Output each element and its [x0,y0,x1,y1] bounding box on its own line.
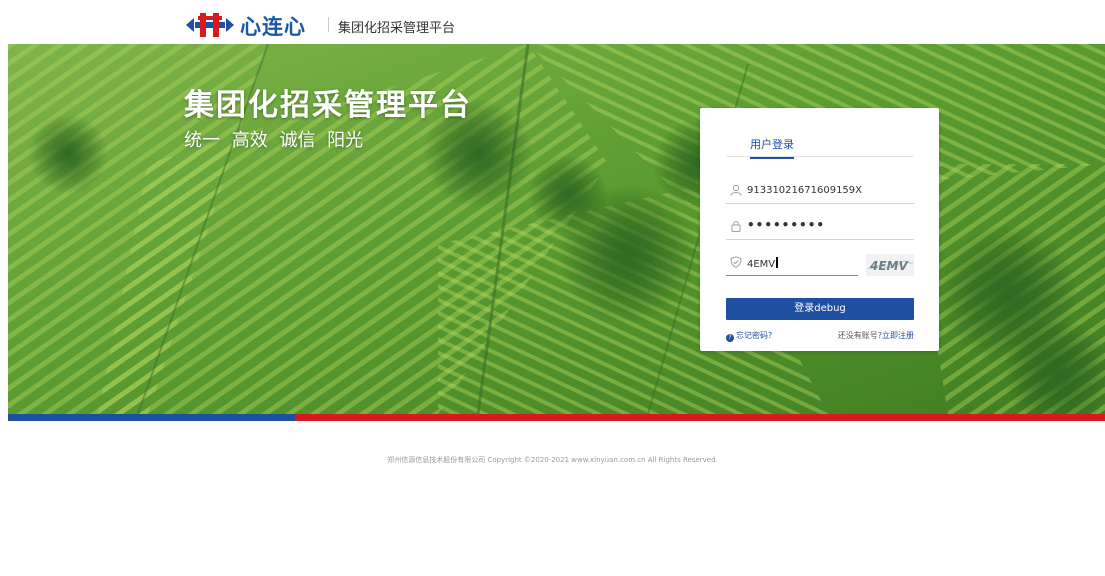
red-stripe [295,414,1105,421]
tab-user-login[interactable]: 用户登录 [750,136,794,159]
user-icon [730,184,742,196]
page-header: 心连心 集团化招采管理平台 [0,0,1105,44]
password-value: ••••••••• [747,218,826,232]
shield-icon [730,256,742,268]
footer-copyright: 郑州信源信息技术股份有限公司 Copyright ©2020-2021 www.… [387,456,718,464]
captcha-input-value: 4EMV [747,257,779,270]
captcha-image[interactable]: 4EMV [866,254,914,276]
register-prompt: 还没有账号? [837,331,882,340]
captcha-text: 4EMV [869,259,909,273]
forgot-password-label: 忘记密码? [736,331,773,340]
hero-title: 集团化招采管理平台 [184,88,472,123]
text-caret [776,257,779,268]
rice-terrace-background [8,44,1105,414]
lock-icon [731,221,741,232]
password-field[interactable]: ••••••••• [726,215,914,240]
login-tabbar: 用户登录 [726,136,914,159]
forgot-password-link[interactable]: ? 忘记密码? [726,330,772,342]
captcha-field[interactable]: 4EMV [726,251,858,276]
logo-divider [328,17,329,32]
hero-banner: 集团化招采管理平台 统一 高效 诚信 阳光 [8,44,1105,414]
register-link[interactable]: 立即注册 [882,331,914,340]
login-button[interactable]: 登录debug [726,298,914,320]
blue-stripe [8,414,295,421]
username-field[interactable]: 91331021671609159X [726,179,914,204]
carousel-indicators [536,402,596,414]
logo-mark-icon [186,13,234,37]
logo-text: 心连心 [240,15,306,39]
hero-slogan: 统一 高效 诚信 阳光 [184,130,364,151]
register-area: 还没有账号?立即注册 [838,330,914,341]
platform-name: 集团化招采管理平台 [338,21,456,36]
username-value: 91331021671609159X [747,185,863,196]
question-icon: ? [726,334,734,342]
login-card: 用户登录 91331021671609159X ••••••••• 4EMV 4… [700,108,939,351]
